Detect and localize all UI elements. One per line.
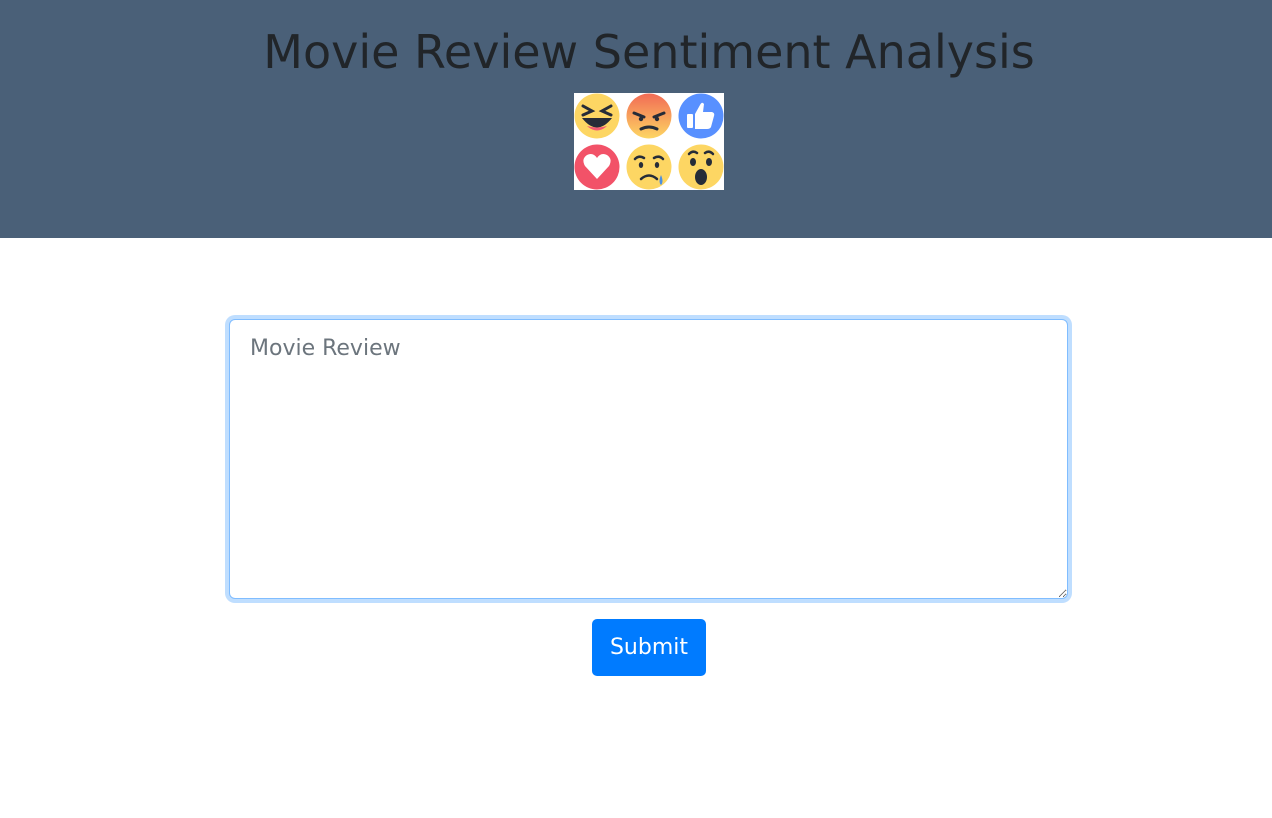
surprised-face-icon bbox=[678, 144, 724, 190]
header-banner: Movie Review Sentiment Analysis bbox=[0, 0, 1272, 238]
movie-review-textarea[interactable] bbox=[229, 319, 1068, 599]
angry-face-icon bbox=[626, 93, 672, 139]
thumbs-up-icon bbox=[678, 93, 724, 139]
reaction-emoji-grid bbox=[574, 93, 724, 190]
crying-face-icon bbox=[626, 144, 672, 190]
laughing-face-icon bbox=[574, 93, 620, 139]
page-title: Movie Review Sentiment Analysis bbox=[263, 25, 1035, 79]
submit-button[interactable]: Submit bbox=[592, 619, 706, 676]
main-content: Submit bbox=[0, 238, 1272, 818]
heart-icon bbox=[574, 144, 620, 190]
